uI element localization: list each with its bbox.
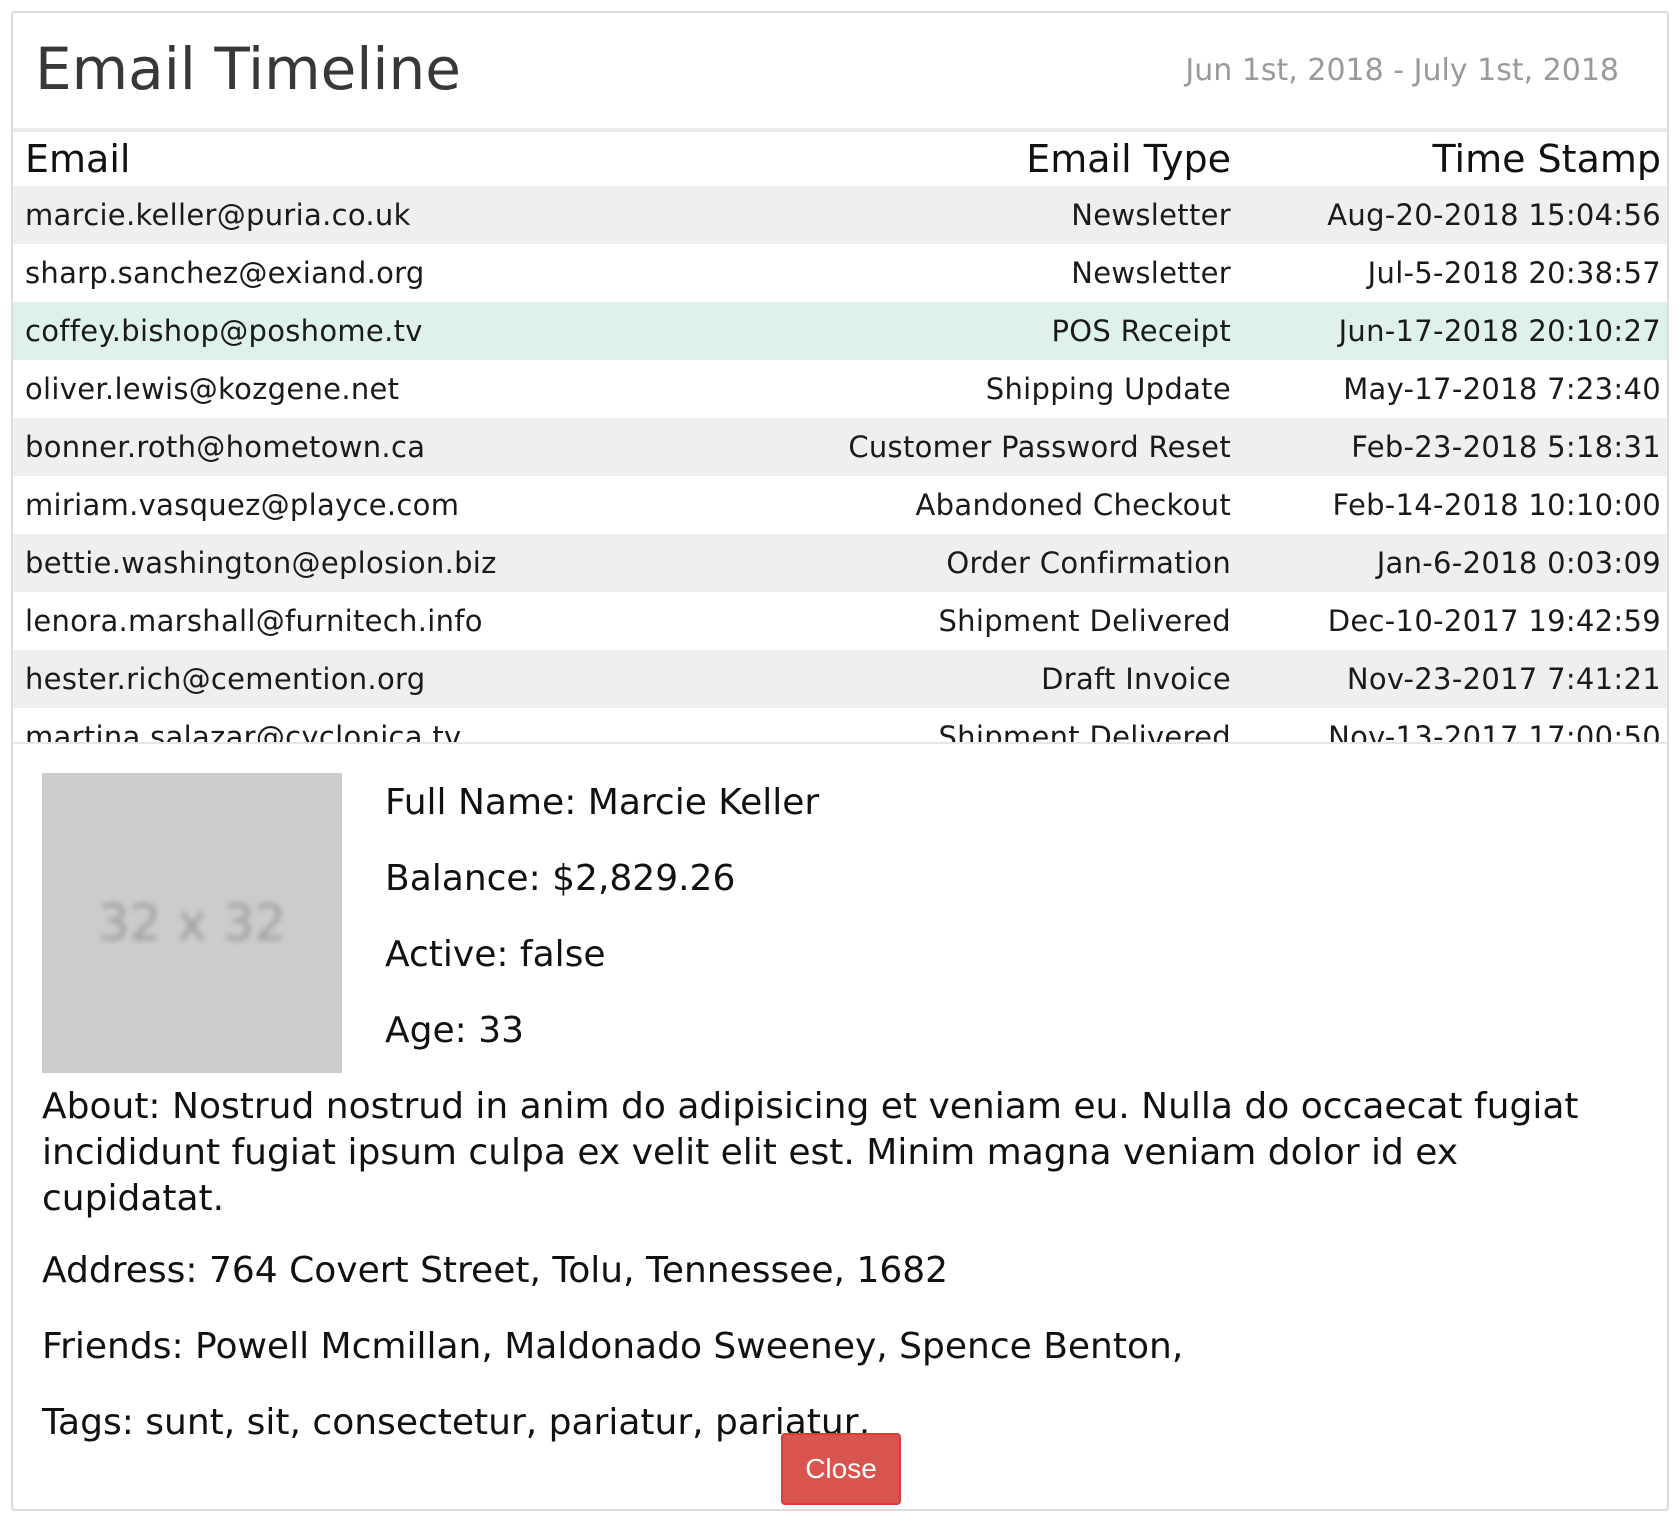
email-type-cell: POS Receipt bbox=[1051, 314, 1231, 348]
time-stamp-cell: Jul-5-2018 20:38:57 bbox=[1367, 256, 1661, 290]
email-type-cell: Shipment Delivered bbox=[938, 604, 1231, 638]
page-title: Email Timeline bbox=[35, 35, 461, 103]
age: Age: 33 bbox=[385, 1010, 525, 1051]
time-stamp-cell: Nov-23-2017 7:41:21 bbox=[1346, 662, 1661, 696]
email-type-cell: Shipping Update bbox=[985, 372, 1231, 406]
avatar-placeholder: 32 x 32 bbox=[42, 773, 342, 1073]
table-row[interactable]: hester.rich@cemention.org Draft Invoice … bbox=[13, 650, 1667, 708]
full-name: Full Name: Marcie Keller bbox=[385, 782, 820, 823]
email-type-cell: Order Confirmation bbox=[946, 546, 1231, 580]
email-table-container[interactable]: Email Email Type Time Stamp marcie.kelle… bbox=[13, 132, 1667, 742]
time-stamp-cell: Feb-23-2018 5:18:31 bbox=[1351, 430, 1661, 464]
email-cell: hester.rich@cemention.org bbox=[25, 662, 426, 696]
time-stamp-cell: Nov-13-2017 17:00:50 bbox=[1328, 720, 1661, 742]
email-cell: bettie.washington@eplosion.biz bbox=[25, 546, 497, 580]
email-type-cell: Newsletter bbox=[1071, 198, 1231, 232]
date-range: Jun 1st, 2018 - July 1st, 2018 bbox=[1185, 53, 1619, 88]
email-type-cell: Draft Invoice bbox=[1041, 662, 1231, 696]
time-stamp-cell: Dec-10-2017 19:42:59 bbox=[1327, 604, 1661, 638]
email-type-cell: Abandoned Checkout bbox=[915, 488, 1231, 522]
card-header: Email Timeline Jun 1st, 2018 - July 1st,… bbox=[13, 13, 1667, 132]
friends: Friends: Powell Mcmillan, Maldonado Swee… bbox=[42, 1326, 1184, 1367]
email-timeline-card: Email Timeline Jun 1st, 2018 - July 1st,… bbox=[11, 11, 1669, 1511]
active-status: Active: false bbox=[385, 934, 606, 975]
column-header-time-stamp[interactable]: Time Stamp bbox=[1243, 132, 1667, 186]
table-row-selected[interactable]: coffey.bishop@poshome.tv POS Receipt Jun… bbox=[13, 302, 1667, 360]
table-row[interactable]: martina.salazar@cyclonica.tv Shipment De… bbox=[13, 708, 1667, 742]
table-row[interactable]: miriam.vasquez@playce.com Abandoned Chec… bbox=[13, 476, 1667, 534]
customer-summary: Full Name: Marcie Keller Balance: $2,829… bbox=[385, 782, 819, 1086]
column-header-email[interactable]: Email bbox=[13, 132, 833, 186]
email-cell: lenora.marshall@furnitech.info bbox=[25, 604, 483, 638]
table-row[interactable]: oliver.lewis@kozgene.net Shipping Update… bbox=[13, 360, 1667, 418]
avatar-placeholder-text: 32 x 32 bbox=[97, 894, 287, 952]
balance: Balance: $2,829.26 bbox=[385, 858, 736, 899]
address: Address: 764 Covert Street, Tolu, Tennes… bbox=[42, 1250, 949, 1291]
close-button[interactable]: Close bbox=[781, 1433, 901, 1505]
email-type-cell: Customer Password Reset bbox=[848, 430, 1231, 464]
email-cell: bonner.roth@hometown.ca bbox=[25, 430, 426, 464]
about-text: About: Nostrud nostrud in anim do adipis… bbox=[42, 1086, 1579, 1219]
email-cell: miriam.vasquez@playce.com bbox=[25, 488, 460, 522]
table-row[interactable]: bonner.roth@hometown.ca Customer Passwor… bbox=[13, 418, 1667, 476]
time-stamp-cell: Feb-14-2018 10:10:00 bbox=[1332, 488, 1661, 522]
table-row[interactable]: sharp.sanchez@exiand.org Newsletter Jul-… bbox=[13, 244, 1667, 302]
email-cell: oliver.lewis@kozgene.net bbox=[25, 372, 400, 406]
time-stamp-cell: Aug-20-2018 15:04:56 bbox=[1327, 198, 1661, 232]
email-type-cell: Shipment Delivered bbox=[938, 720, 1231, 742]
email-cell: sharp.sanchez@exiand.org bbox=[25, 256, 425, 290]
time-stamp-cell: May-17-2018 7:23:40 bbox=[1343, 372, 1661, 406]
customer-details: About: Nostrud nostrud in anim do adipis… bbox=[42, 1084, 1632, 1478]
table-row[interactable]: bettie.washington@eplosion.biz Order Con… bbox=[13, 534, 1667, 592]
email-cell: coffey.bishop@poshome.tv bbox=[25, 314, 423, 348]
email-type-cell: Newsletter bbox=[1071, 256, 1231, 290]
table-row[interactable]: marcie.keller@puria.co.uk Newsletter Aug… bbox=[13, 186, 1667, 244]
table-header-row: Email Email Type Time Stamp bbox=[13, 132, 1667, 186]
section-divider bbox=[13, 742, 1667, 744]
email-table: Email Email Type Time Stamp marcie.kelle… bbox=[13, 132, 1667, 742]
email-cell: martina.salazar@cyclonica.tv bbox=[25, 720, 462, 742]
column-header-email-type[interactable]: Email Type bbox=[833, 132, 1243, 186]
table-row[interactable]: lenora.marshall@furnitech.info Shipment … bbox=[13, 592, 1667, 650]
time-stamp-cell: Jan-6-2018 0:03:09 bbox=[1376, 546, 1661, 580]
time-stamp-cell: Jun-17-2018 20:10:27 bbox=[1338, 314, 1661, 348]
email-cell: marcie.keller@puria.co.uk bbox=[25, 198, 411, 232]
